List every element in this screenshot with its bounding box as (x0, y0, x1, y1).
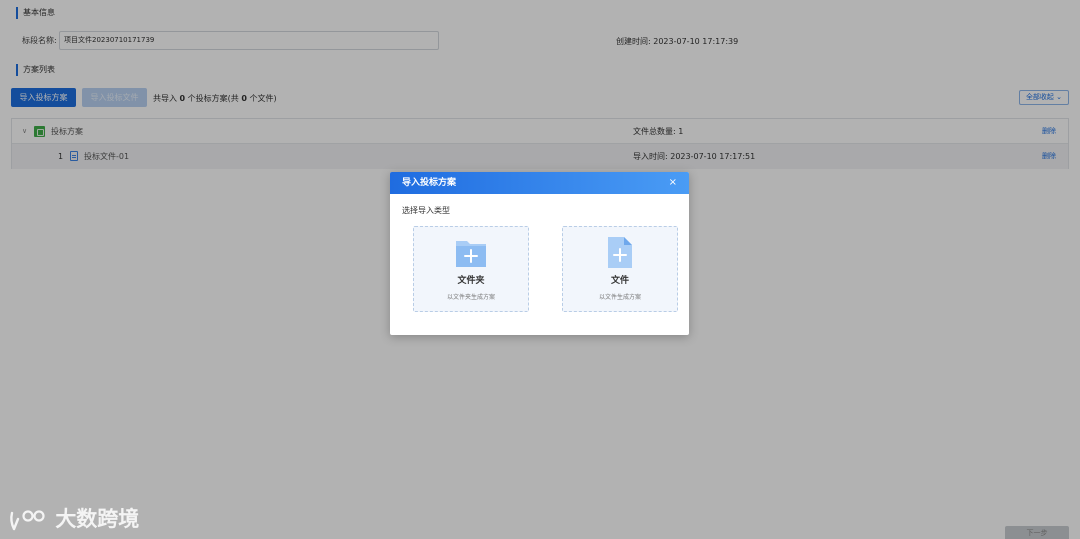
watermark-text: 大数跨境 (55, 507, 140, 531)
file-option-title: 文件 (610, 276, 629, 286)
folder-option-title: 文件夹 (457, 276, 485, 286)
watermark-logo-icon (10, 510, 45, 531)
folder-option-desc: 以文件夹生成方案 (446, 294, 495, 301)
import-plan-dialog: 导入投标方案 × 选择导入类型 文件夹 以文件夹生成方案 文件 以文件生成方案 (390, 172, 689, 335)
dialog-subtitle: 选择导入类型 (402, 206, 450, 215)
file-plus-icon (608, 237, 632, 268)
folder-plus-icon (456, 241, 486, 267)
file-option-desc: 以文件生成方案 (598, 294, 641, 301)
dialog-title: 导入投标方案 (402, 178, 457, 188)
dialog-header: 导入投标方案 × (390, 172, 689, 194)
close-icon[interactable]: × (669, 177, 677, 188)
watermark: 大数跨境 (8, 505, 139, 533)
file-option-card[interactable]: 文件 以文件生成方案 (562, 226, 678, 312)
folder-option-card[interactable]: 文件夹 以文件夹生成方案 (413, 226, 529, 312)
